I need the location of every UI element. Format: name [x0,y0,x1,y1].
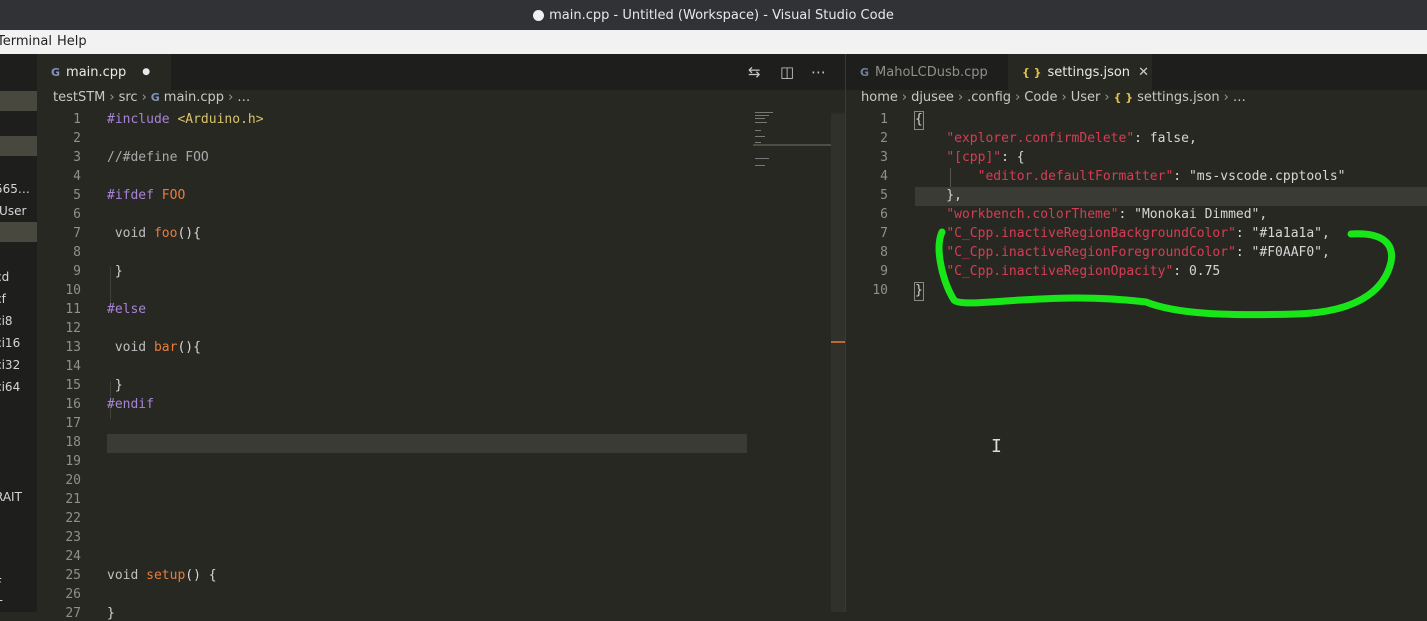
left-tab-bar: G main.cpp ● ⇆ ◫ ⋯ [37,54,845,90]
line-number: 5 [73,188,81,203]
current-line-highlight [107,434,747,453]
title-bar: main.cpp - Untitled (Workspace) - Visual… [0,0,1427,30]
chevron-right-icon: › [141,90,147,105]
code-line[interactable]: #else [107,302,146,317]
line-number: 1 [73,112,81,127]
split-editor-icon[interactable]: ◫ [780,63,794,81]
code-line[interactable]: void foo(){ [107,226,201,241]
explorer-item[interactable]: T [0,598,2,612]
line-number: 14 [65,359,81,374]
line-number: 17 [65,416,81,431]
tab-label: main.cpp [66,64,127,80]
line-number: 25 [65,568,81,583]
minimap-slider[interactable] [753,144,831,146]
tab-main-cpp[interactable]: G main.cpp ● [37,54,171,90]
code-line[interactable]: void bar(){ [107,340,201,355]
line-number: 26 [65,587,81,602]
code-line[interactable]: #endif [107,397,154,412]
line-number: 2 [73,131,81,146]
explorer-item[interactable]: ci16 [0,336,20,350]
line-number: 20 [65,473,81,488]
window-title: main.cpp - Untitled (Workspace) - Visual… [549,7,894,23]
more-actions-icon[interactable]: ⋯ [811,63,826,81]
explorer-item[interactable]: F [0,576,2,590]
line-number: 27 [65,606,81,621]
code-line[interactable]: void setup() { [107,568,217,583]
chevron-right-icon: › [228,90,234,105]
explorer-selected-row-2[interactable] [0,136,37,156]
line-number: 4 [73,169,81,184]
explorer-item[interactable]: 565… [0,182,30,196]
explorer-item[interactable]: RAIT [0,490,22,504]
menu-help[interactable]: Help [57,34,87,49]
line-number: 15 [65,378,81,393]
unsaved-dot-icon [533,9,545,21]
breadcrumb-item[interactable]: … [237,90,250,105]
code-line[interactable]: } [107,606,115,621]
explorer-item[interactable]: ci32 [0,358,20,372]
line-number: 6 [73,207,81,222]
menu-bar: Terminal Help [0,30,1427,54]
line-number: 24 [65,549,81,564]
code-line[interactable]: #include <Arduino.h> [107,112,264,127]
line-number: 16 [65,397,81,412]
green-annotation-scribble [935,228,1396,319]
vertical-scrollbar[interactable] [831,112,845,612]
line-number: 23 [65,530,81,545]
line-number: 22 [65,511,81,526]
code-line[interactable]: //#define FOO [107,150,209,165]
line-number: 12 [65,321,81,336]
code-line[interactable]: } [107,264,123,279]
explorer-item[interactable]: cf [0,292,6,306]
explorer-selected-row[interactable] [0,91,37,111]
code-line[interactable]: #ifdef FOO [107,188,185,203]
breadcrumb: testSTM › src › Gmain.cpp ›… [53,90,250,112]
breadcrumb-item[interactable]: main.cpp [164,90,224,105]
menu-terminal[interactable]: Terminal [0,34,52,49]
right-editor-group: G MahoLCDusb.cpp { } settings.json ✕ hom… [846,54,1427,612]
line-number: 3 [73,150,81,165]
left-editor-group: G main.cpp ● ⇆ ◫ ⋯ testSTM › src › Gmain.cpp… [37,54,845,621]
explorer-item[interactable]: ci8 [0,314,13,328]
cpp-file-icon: G [51,65,61,79]
explorer-item[interactable]: ci64 [0,380,20,394]
line-number: 8 [73,245,81,260]
explorer-sidebar-fragment: 565… /User cd cf ci8 ci16 ci32 ci64 RAIT… [0,54,37,612]
line-number: 21 [65,492,81,507]
line-number: 18 [65,435,81,450]
line-number: 11 [65,302,81,317]
explorer-item[interactable]: /User [0,204,26,218]
scrollbar-cursor-marker [831,341,845,343]
breadcrumb-item[interactable]: src [119,90,138,105]
explorer-selected-row-3[interactable] [0,222,37,242]
chevron-right-icon: › [109,90,115,105]
dirty-dot-icon[interactable]: ● [142,67,150,77]
code-line[interactable]: } [107,378,123,393]
line-number: 9 [73,264,81,279]
open-changes-icon[interactable]: ⇆ [748,63,761,81]
line-number: 10 [65,283,81,298]
minimap[interactable] [753,110,813,190]
explorer-item[interactable]: cd [0,270,9,284]
breadcrumb-item[interactable]: testSTM [53,90,105,105]
line-number: 13 [65,340,81,355]
line-number: 7 [73,226,81,241]
line-number: 19 [65,454,81,469]
cpp-file-icon: G [150,91,160,104]
